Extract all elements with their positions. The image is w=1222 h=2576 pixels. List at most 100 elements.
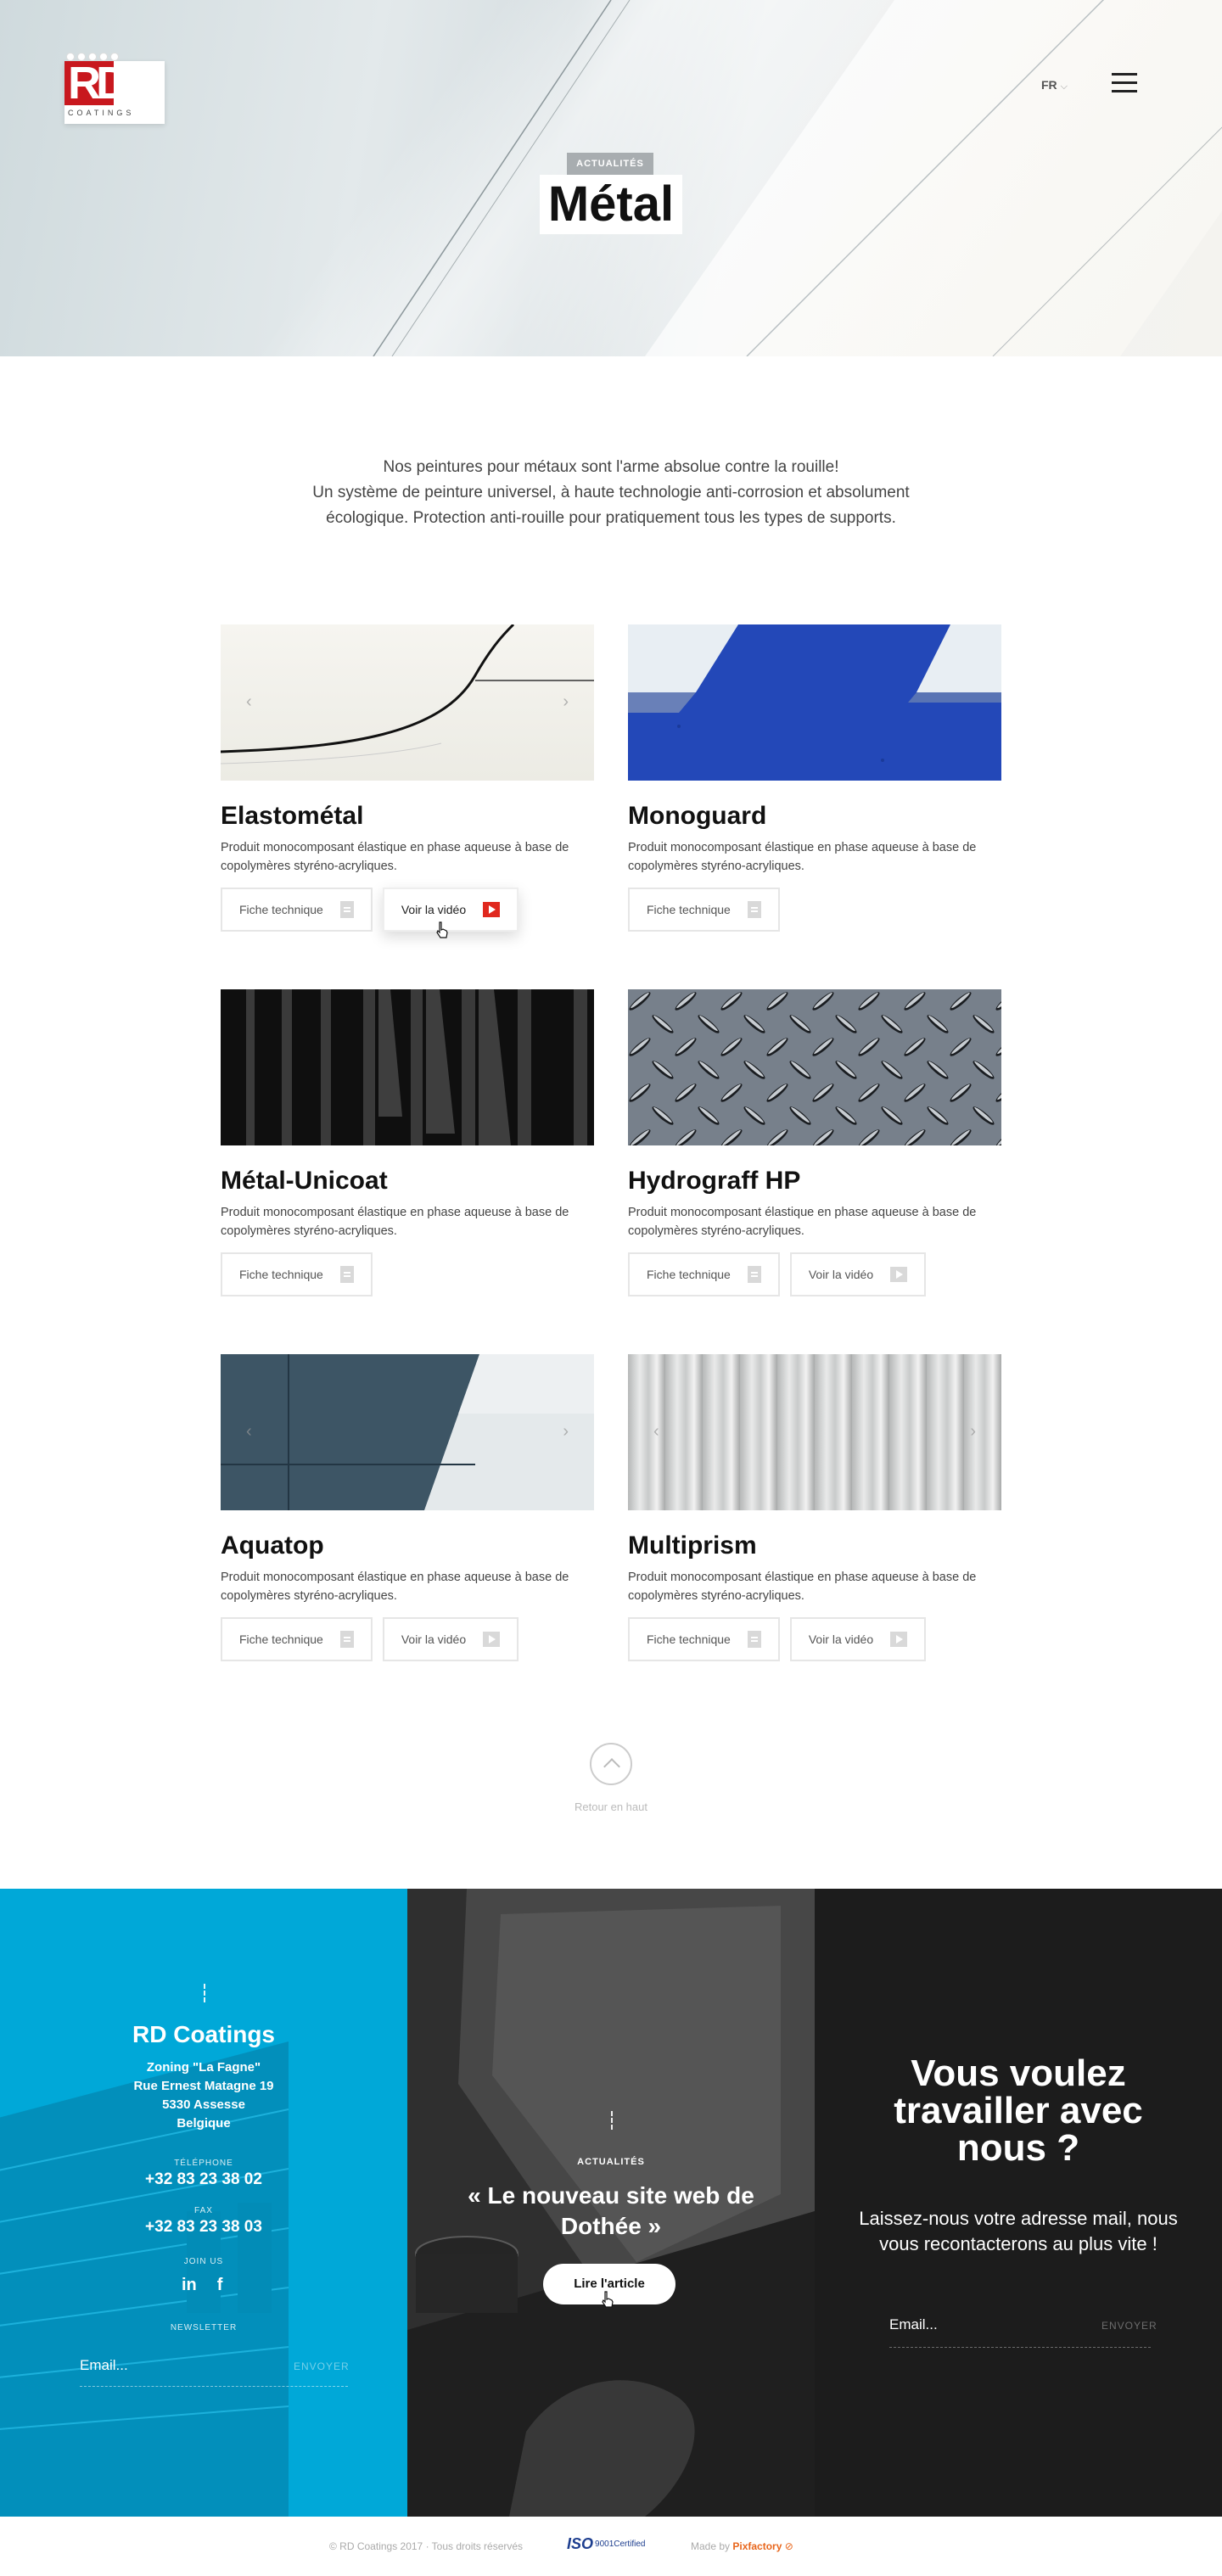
chevron-down-icon: ⌵ (1060, 81, 1068, 92)
product-card-metal-unicoat: Métal-Unicoat Produit monocomposant élas… (221, 989, 594, 1296)
bottom-bar: © RD Coatings 2017 · Tous droits réservé… (0, 2517, 1222, 2576)
careers-panel: Vous voulez travailler avec nous ? Laiss… (815, 1889, 1222, 2517)
slider-prev-icon[interactable]: ‹ (246, 692, 252, 712)
intro-text: Nos peintures pour métaux sont l'arme ab… (272, 455, 950, 531)
datasheet-button[interactable]: Fiche technique (628, 1617, 780, 1661)
slider-next-icon[interactable]: › (563, 692, 569, 712)
product-image-slider[interactable]: ‹ › (221, 624, 594, 781)
iso-certification-badge: ISO 9001Certified (567, 2535, 646, 2553)
slider-prev-icon[interactable]: ‹ (246, 1422, 252, 1442)
read-article-button[interactable]: Lire l'article (543, 2264, 675, 2308)
video-button[interactable]: Voir la vidéo (382, 888, 519, 938)
news-category-tag: ACTUALITÉS (577, 2157, 645, 2167)
iso-text: 9001Certified (595, 2540, 646, 2549)
careers-title: Vous voulez travailler avec nous ? (894, 2052, 1143, 2169)
intro-line-1: Nos peintures pour métaux sont l'arme ab… (383, 458, 839, 476)
product-card-elastometal: ‹ › Elastométal Produit monocomposant él… (221, 624, 594, 938)
back-to-top-label[interactable]: Retour en haut (526, 1800, 696, 1813)
product-title: Elastométal (221, 802, 364, 830)
hero-category-tag[interactable]: ACTUALITÉS (567, 153, 653, 175)
product-description: Produit monocomposant élastique en phase… (221, 1571, 569, 1603)
play-icon (890, 1267, 908, 1282)
facebook-icon[interactable]: f (217, 2276, 223, 2295)
linkedin-icon[interactable]: in (182, 2276, 197, 2295)
back-to-top-button[interactable] (590, 1743, 632, 1785)
newsletter-email-input[interactable]: Email... (80, 2357, 249, 2374)
news-panel: ACTUALITÉS « Le nouveau site web de Doth… (407, 1889, 815, 2517)
play-icon (483, 902, 501, 917)
product-title: Hydrograff HP (628, 1167, 801, 1195)
phone-label: TÉLÉPHONE (174, 2159, 233, 2168)
play-icon (483, 1632, 501, 1647)
datasheet-label: Fiche technique (647, 1268, 731, 1281)
iso-mark: ISO (567, 2535, 594, 2552)
document-icon (339, 901, 354, 918)
play-icon (890, 1632, 908, 1647)
product-image-slider[interactable]: ‹ › (628, 1354, 1001, 1510)
slider-next-icon[interactable]: › (563, 1422, 569, 1442)
product-title: Monoguard (628, 802, 767, 830)
hero-header: RD COATINGS FR ⌵ ACTUALITÉS Métal (0, 0, 1222, 356)
product-description: Produit monocomposant élastique en phase… (221, 1206, 569, 1238)
careers-email-input[interactable]: Email... (889, 2316, 938, 2333)
product-description: Produit monocomposant élastique en phase… (628, 841, 977, 873)
logo-text: RD (68, 58, 129, 109)
datasheet-label: Fiche technique (239, 1268, 323, 1281)
video-button[interactable]: Voir la vidéo (382, 1617, 519, 1661)
document-icon (747, 1266, 761, 1283)
product-description: Produit monocomposant élastique en phase… (628, 1206, 977, 1238)
datasheet-button[interactable]: Fiche technique (628, 888, 780, 932)
product-title: Métal-Unicoat (221, 1167, 388, 1195)
careers-send-button[interactable]: ENVOYER (1101, 2320, 1158, 2332)
document-icon (747, 901, 761, 918)
address-line: Rue Ernest Matagne 19 (133, 2079, 274, 2093)
video-label: Voir la vidéo (401, 1632, 467, 1646)
join-us-label: JOIN US (183, 2257, 224, 2266)
page-title: Métal (539, 175, 683, 234)
slider-next-icon[interactable]: › (970, 1422, 976, 1442)
datasheet-button[interactable]: Fiche technique (221, 1617, 373, 1661)
news-title[interactable]: « Le nouveau site web de Dothée » (458, 2181, 764, 2242)
product-card-aquatop: ‹ › Aquatop Produit monocomposant élasti… (221, 1354, 594, 1661)
newsletter-send-button[interactable]: ENVOYER (294, 2360, 350, 2372)
document-icon (339, 1631, 354, 1648)
product-description: Produit monocomposant élastique en phase… (221, 841, 569, 873)
document-icon (339, 1266, 354, 1283)
language-label: FR (1041, 78, 1057, 92)
datasheet-button[interactable]: Fiche technique (221, 888, 373, 932)
rd-coatings-logo[interactable]: RD COATINGS (64, 53, 165, 124)
datasheet-label: Fiche technique (239, 1632, 323, 1646)
slider-prev-icon[interactable]: ‹ (653, 1422, 659, 1442)
company-name: RD Coatings (132, 2021, 275, 2047)
video-label: Voir la vidéo (808, 1268, 874, 1281)
datasheet-label: Fiche technique (647, 903, 731, 916)
hand-cursor-icon (602, 2291, 614, 2308)
fax-label: FAX (194, 2206, 213, 2215)
datasheet-button[interactable]: Fiche technique (628, 1252, 780, 1296)
product-image (628, 624, 1001, 781)
product-title: Aquatop (221, 1532, 324, 1560)
newsletter-label: NEWSLETTER (170, 2323, 238, 2332)
made-by-label: Made by (691, 2540, 731, 2552)
logo-subtext: COATINGS (68, 109, 135, 117)
contact-panel: RD Coatings Zoning "La Fagne" Rue Ernest… (0, 1889, 407, 2517)
video-label: Voir la vidéo (401, 903, 467, 916)
language-selector[interactable]: FR ⌵ (1041, 78, 1068, 92)
datasheet-button[interactable]: Fiche technique (221, 1252, 373, 1296)
video-button[interactable]: Voir la vidéo (789, 1617, 927, 1661)
read-article-label: Lire l'article (574, 2276, 645, 2291)
phone-number[interactable]: +32 83 23 38 02 (0, 2170, 407, 2189)
address-line: Belgique (177, 2116, 231, 2131)
product-card-multiprism: ‹ › Multiprism Produit monocomposant éla… (628, 1354, 1001, 1661)
video-button[interactable]: Voir la vidéo (789, 1252, 927, 1296)
product-image (221, 989, 594, 1145)
product-title: Multiprism (628, 1532, 757, 1560)
company-address: Zoning "La Fagne" Rue Ernest Matagne 19 … (0, 2058, 407, 2133)
fax-number: +32 83 23 38 03 (145, 2218, 262, 2236)
footer-panels: RD Coatings Zoning "La Fagne" Rue Ernest… (0, 1889, 1222, 2517)
hamburger-icon[interactable] (1112, 73, 1137, 93)
address-line: Zoning "La Fagne" (146, 2060, 261, 2075)
product-image-slider[interactable]: ‹ › (221, 1354, 594, 1510)
product-image (628, 989, 1001, 1145)
made-by-credit[interactable]: Made by Pixfactory ⊘ (691, 2540, 793, 2552)
